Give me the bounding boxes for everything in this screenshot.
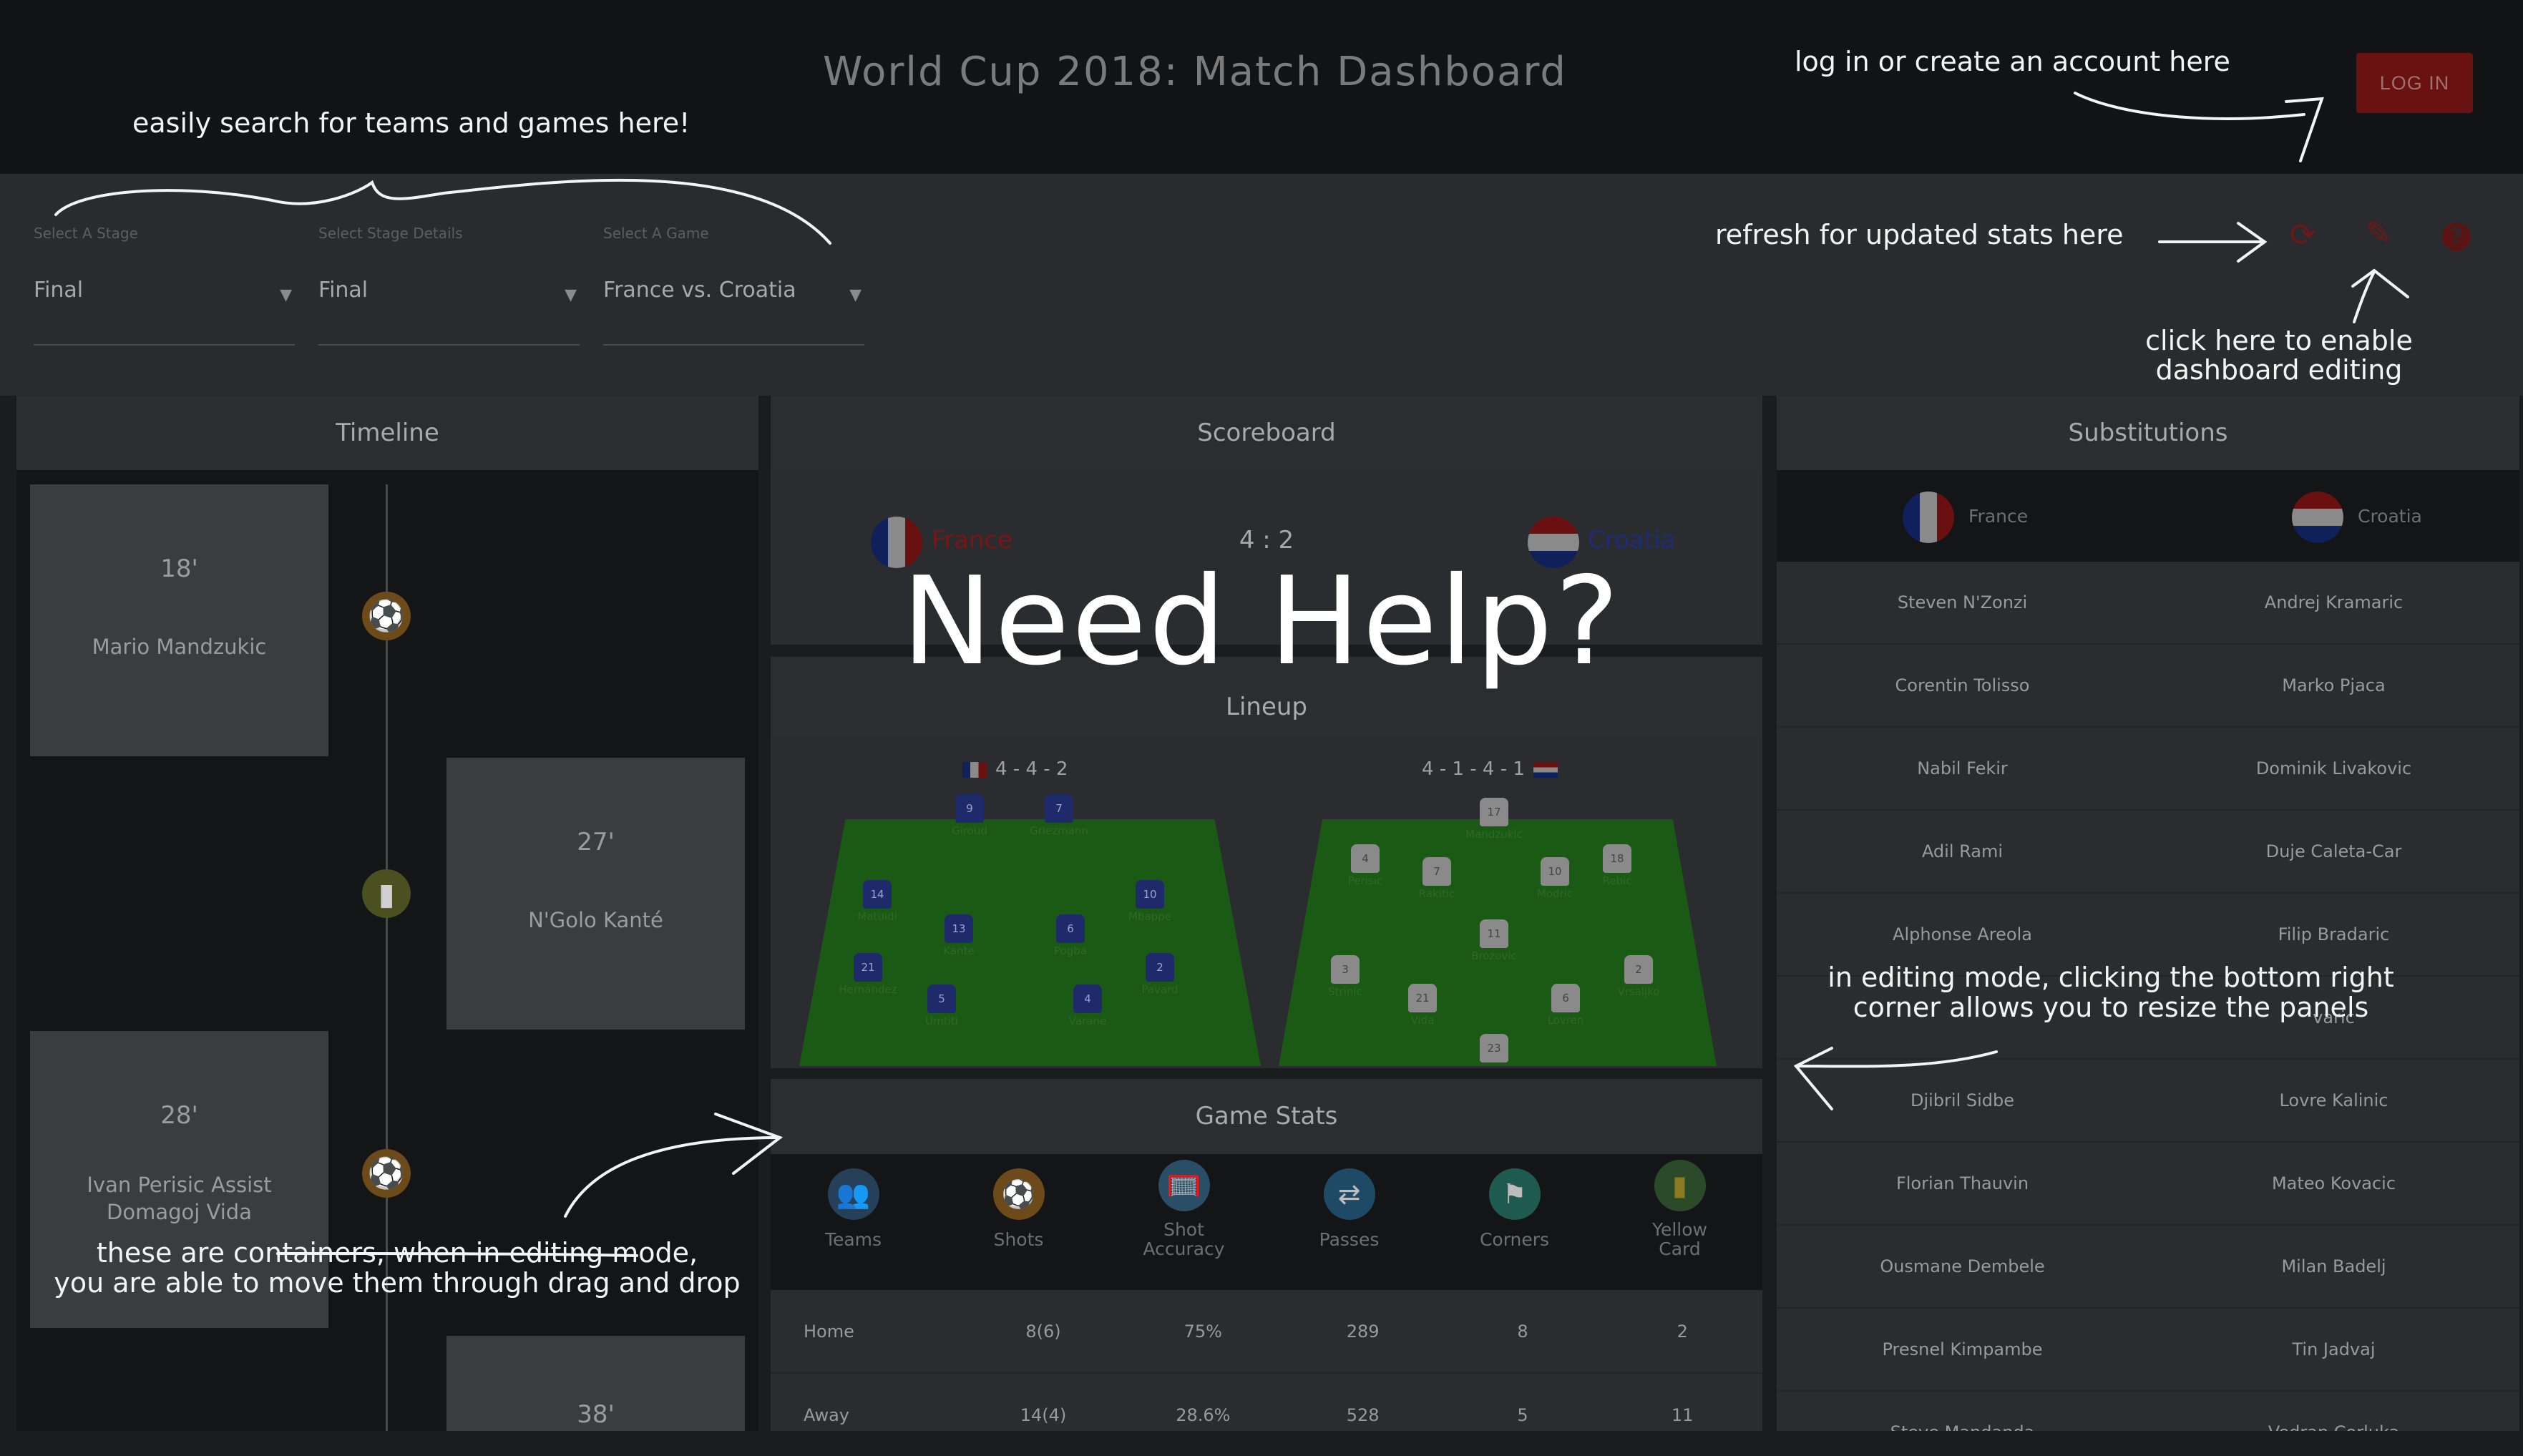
hint-arrows <box>54 92 2409 1257</box>
drag-strike-line <box>276 1252 638 1257</box>
resize-arrow-line <box>1795 1050 1998 1068</box>
search-brace <box>54 178 831 245</box>
drag-arrow-line <box>564 1136 781 1218</box>
drag-arrow-head <box>714 1113 784 1175</box>
login-arrow-line <box>2074 92 2305 120</box>
resize-arrow-head <box>1793 1047 1833 1110</box>
login-arrow-head <box>2285 97 2324 162</box>
edit-arrow-head <box>2351 268 2409 298</box>
help-overlay[interactable]: Need Help? easily search for teams and g… <box>0 0 2523 1452</box>
